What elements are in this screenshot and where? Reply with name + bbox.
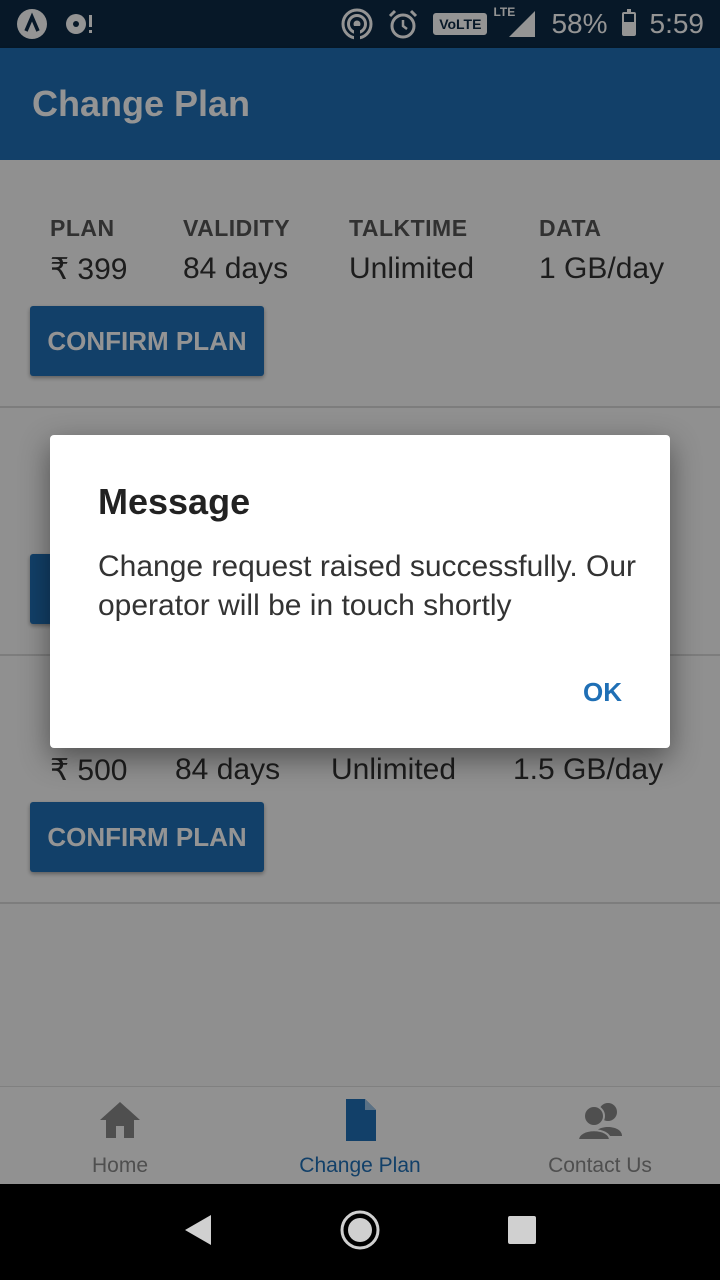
dialog-message: Change request raised successfully. Our … [98, 550, 637, 622]
system-nav-bar [0, 1184, 720, 1280]
recents-icon[interactable] [507, 1215, 537, 1250]
dialog-title: Message [98, 481, 251, 522]
home-button-icon[interactable] [339, 1209, 381, 1256]
message-dialog: Message Change request raised successful… [50, 435, 670, 748]
back-icon[interactable] [183, 1213, 213, 1252]
ok-button[interactable]: OK [583, 677, 622, 708]
